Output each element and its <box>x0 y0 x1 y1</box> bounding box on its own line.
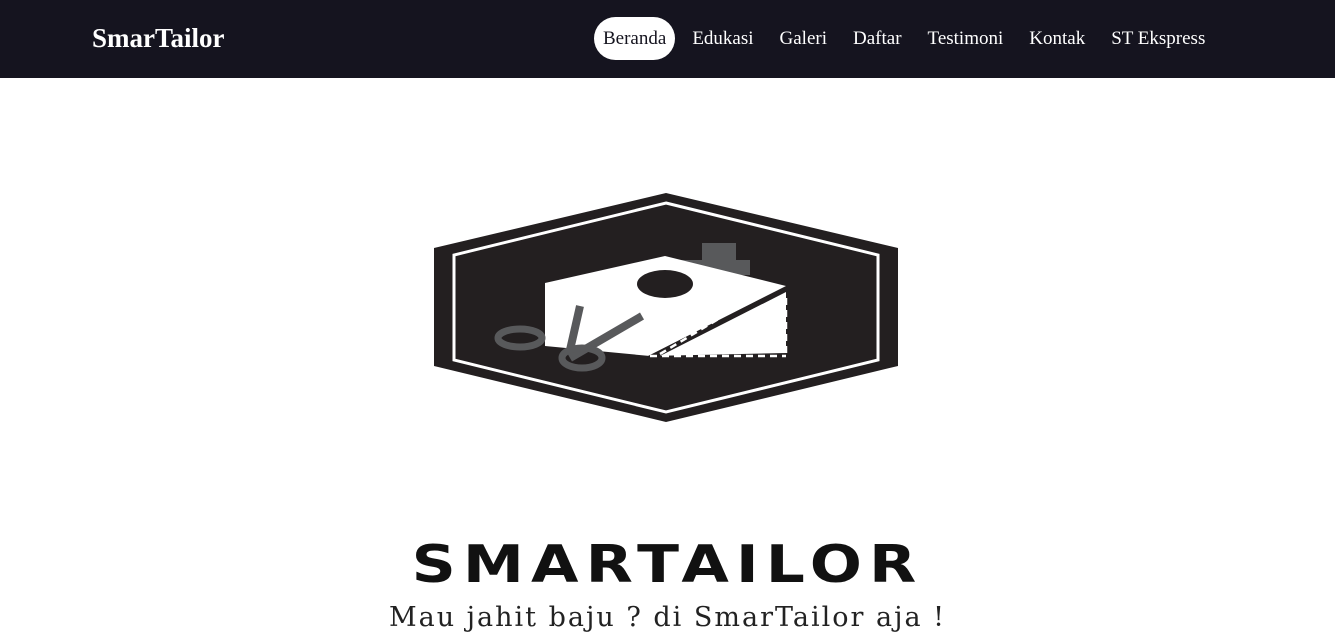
nav-item-testimoni[interactable]: Testimoni <box>919 17 1013 60</box>
nav-item-kontak[interactable]: Kontak <box>1020 17 1094 60</box>
nav-item-edukasi[interactable]: Edukasi <box>683 17 762 60</box>
hero-section: SMARTAILOR Mau jahit baju ? di SmarTailo… <box>0 78 1335 644</box>
nav-menu: Beranda Edukasi Galeri Daftar Testimoni … <box>594 17 1222 60</box>
brand-link[interactable]: SmarTailor <box>92 20 225 56</box>
nav-item-st-ekspress[interactable]: ST Ekspress <box>1102 17 1214 60</box>
scissors-fabric-hexagon-logo-icon <box>434 193 898 422</box>
nav-item-daftar[interactable]: Daftar <box>844 17 911 60</box>
navbar: SmarTailor Beranda Edukasi Galeri Daftar… <box>0 0 1335 78</box>
tagline: Mau jahit baju ? di SmarTailor aja ! <box>388 602 947 633</box>
nav-item-beranda[interactable]: Beranda <box>594 17 676 60</box>
nav-item-galeri[interactable]: Galeri <box>771 17 836 60</box>
logo-wordmark: SMARTAILOR <box>411 535 924 595</box>
